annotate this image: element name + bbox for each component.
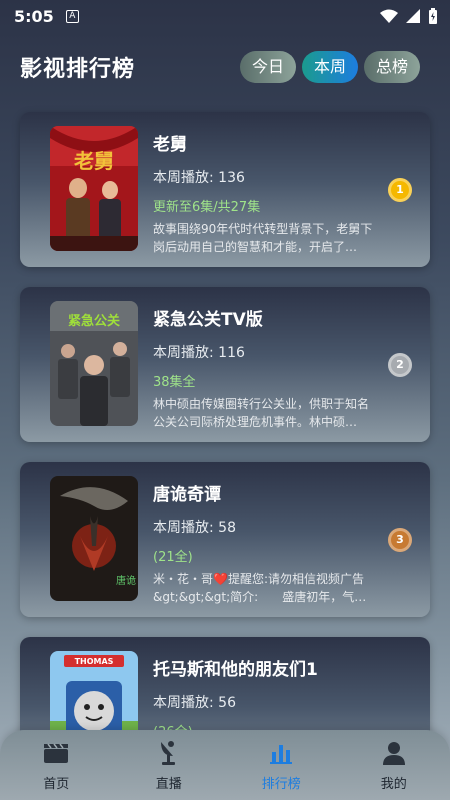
bottom-nav: 首页 直播 排行榜 我的 [0, 730, 450, 800]
battery-icon [429, 8, 437, 24]
svg-text:老舅: 老舅 [74, 149, 114, 173]
tab-today[interactable]: 今日 [239, 51, 296, 83]
nav-label: 直播 [155, 776, 182, 792]
ranking-card[interactable]: 唐诡 唐诡奇谭 本周播放: 58 (21全) 米・花・哥❤️提醒您:请勿相信视频… [20, 462, 430, 617]
card-title: 托马斯和他的朋友们1 [153, 660, 318, 680]
status-time: 5:05 [14, 6, 54, 26]
ranking-card[interactable]: 紧急公关 紧急公关TV版 本周播放: 116 38集全 林中硕由传媒圈转行公关业… [20, 287, 430, 442]
card-description: 米・花・哥❤️提醒您:请勿相信视频广告&gt;&gt;&gt;简介: 盛唐初年，… [153, 572, 364, 604]
poster-image[interactable]: 紧急公关 [50, 301, 138, 426]
page-title: 影视排行榜 [20, 57, 136, 82]
rank-badge-icon: 3 [388, 528, 412, 552]
nav-item-me[interactable]: 我的 [349, 739, 439, 792]
ranking-tabs: 今日 本周 总榜 [239, 51, 420, 83]
nav-label: 我的 [380, 776, 407, 792]
nav-item-live[interactable]: 直播 [124, 739, 214, 792]
weekly-plays: 本周播放: 116 [153, 345, 245, 361]
status-bar: 5:05 A [0, 0, 450, 32]
weekly-plays: 本周播放: 58 [153, 520, 236, 536]
ranking-list: 老舅 老舅 本周播放: 136 更新至6集/共27集 故事围绕90年代时代转型背… [20, 112, 430, 800]
card-info: 唐诡奇谭 本周播放: 58 (21全) 米・花・哥❤️提醒您:请勿相信视频广告&… [153, 480, 378, 606]
satellite-dish-icon [157, 739, 181, 767]
card-title: 紧急公关TV版 [153, 310, 263, 330]
svg-text:紧急公关: 紧急公关 [68, 313, 120, 329]
poster-tang-gui-qi-tan: 唐诡 [50, 476, 138, 601]
clapperboard-icon [43, 739, 69, 767]
wifi-icon [380, 9, 398, 23]
notification-app-icon: A [65, 9, 79, 23]
poster-lao-jiu: 老舅 [50, 126, 138, 251]
card-info: 紧急公关TV版 本周播放: 116 38集全 林中硕由传媒圈转行公关业，供职于知… [153, 305, 378, 431]
rank-badge-icon: 2 [388, 353, 412, 377]
tab-all-time[interactable]: 总榜 [363, 51, 420, 83]
nav-label: 首页 [43, 776, 70, 792]
card-info: 老舅 本周播放: 136 更新至6集/共27集 故事围绕90年代时代转型背景下，… [153, 130, 378, 256]
status-icons [380, 8, 438, 24]
card-description: 故事围绕90年代时代转型背景下，老舅下岗后动用自己的智慧和才能，开启了… [153, 222, 373, 254]
rank-badge-icon: 1 [388, 178, 412, 202]
episode-status: 更新至6集/共27集 [153, 200, 261, 215]
bar-chart-icon [270, 739, 293, 767]
poster-image[interactable]: 老舅 [50, 126, 138, 251]
poster-image[interactable]: 唐诡 [50, 476, 138, 601]
nav-item-home[interactable]: 首页 [11, 739, 101, 792]
tab-this-week[interactable]: 本周 [301, 51, 358, 83]
episode-status: 38集全 [153, 375, 196, 390]
nav-item-ranking[interactable]: 排行榜 [236, 739, 326, 792]
poster-jin-ji-gong-guan: 紧急公关 [50, 301, 138, 426]
user-icon [382, 739, 405, 767]
card-description: 林中硕由传媒圈转行公关业，供职于知名公关公司际桥处理危机事件。林中硕… [153, 397, 370, 429]
ranking-card[interactable]: 老舅 老舅 本周播放: 136 更新至6集/共27集 故事围绕90年代时代转型背… [20, 112, 430, 267]
nav-label: 排行榜 [261, 776, 301, 792]
svg-text:THOMAS: THOMAS [75, 657, 114, 666]
header: 影视排行榜 今日 本周 总榜 [0, 48, 450, 86]
card-info: 托马斯和他的朋友们1 本周播放: 56 (26全) [153, 655, 378, 740]
svg-text:唐诡: 唐诡 [116, 574, 136, 587]
weekly-plays: 本周播放: 136 [153, 170, 245, 186]
weekly-plays: 本周播放: 56 [153, 695, 236, 711]
signal-icon [406, 9, 420, 23]
card-title: 老舅 [153, 135, 187, 155]
episode-status: (21全) [153, 550, 193, 565]
card-title: 唐诡奇谭 [153, 485, 221, 505]
